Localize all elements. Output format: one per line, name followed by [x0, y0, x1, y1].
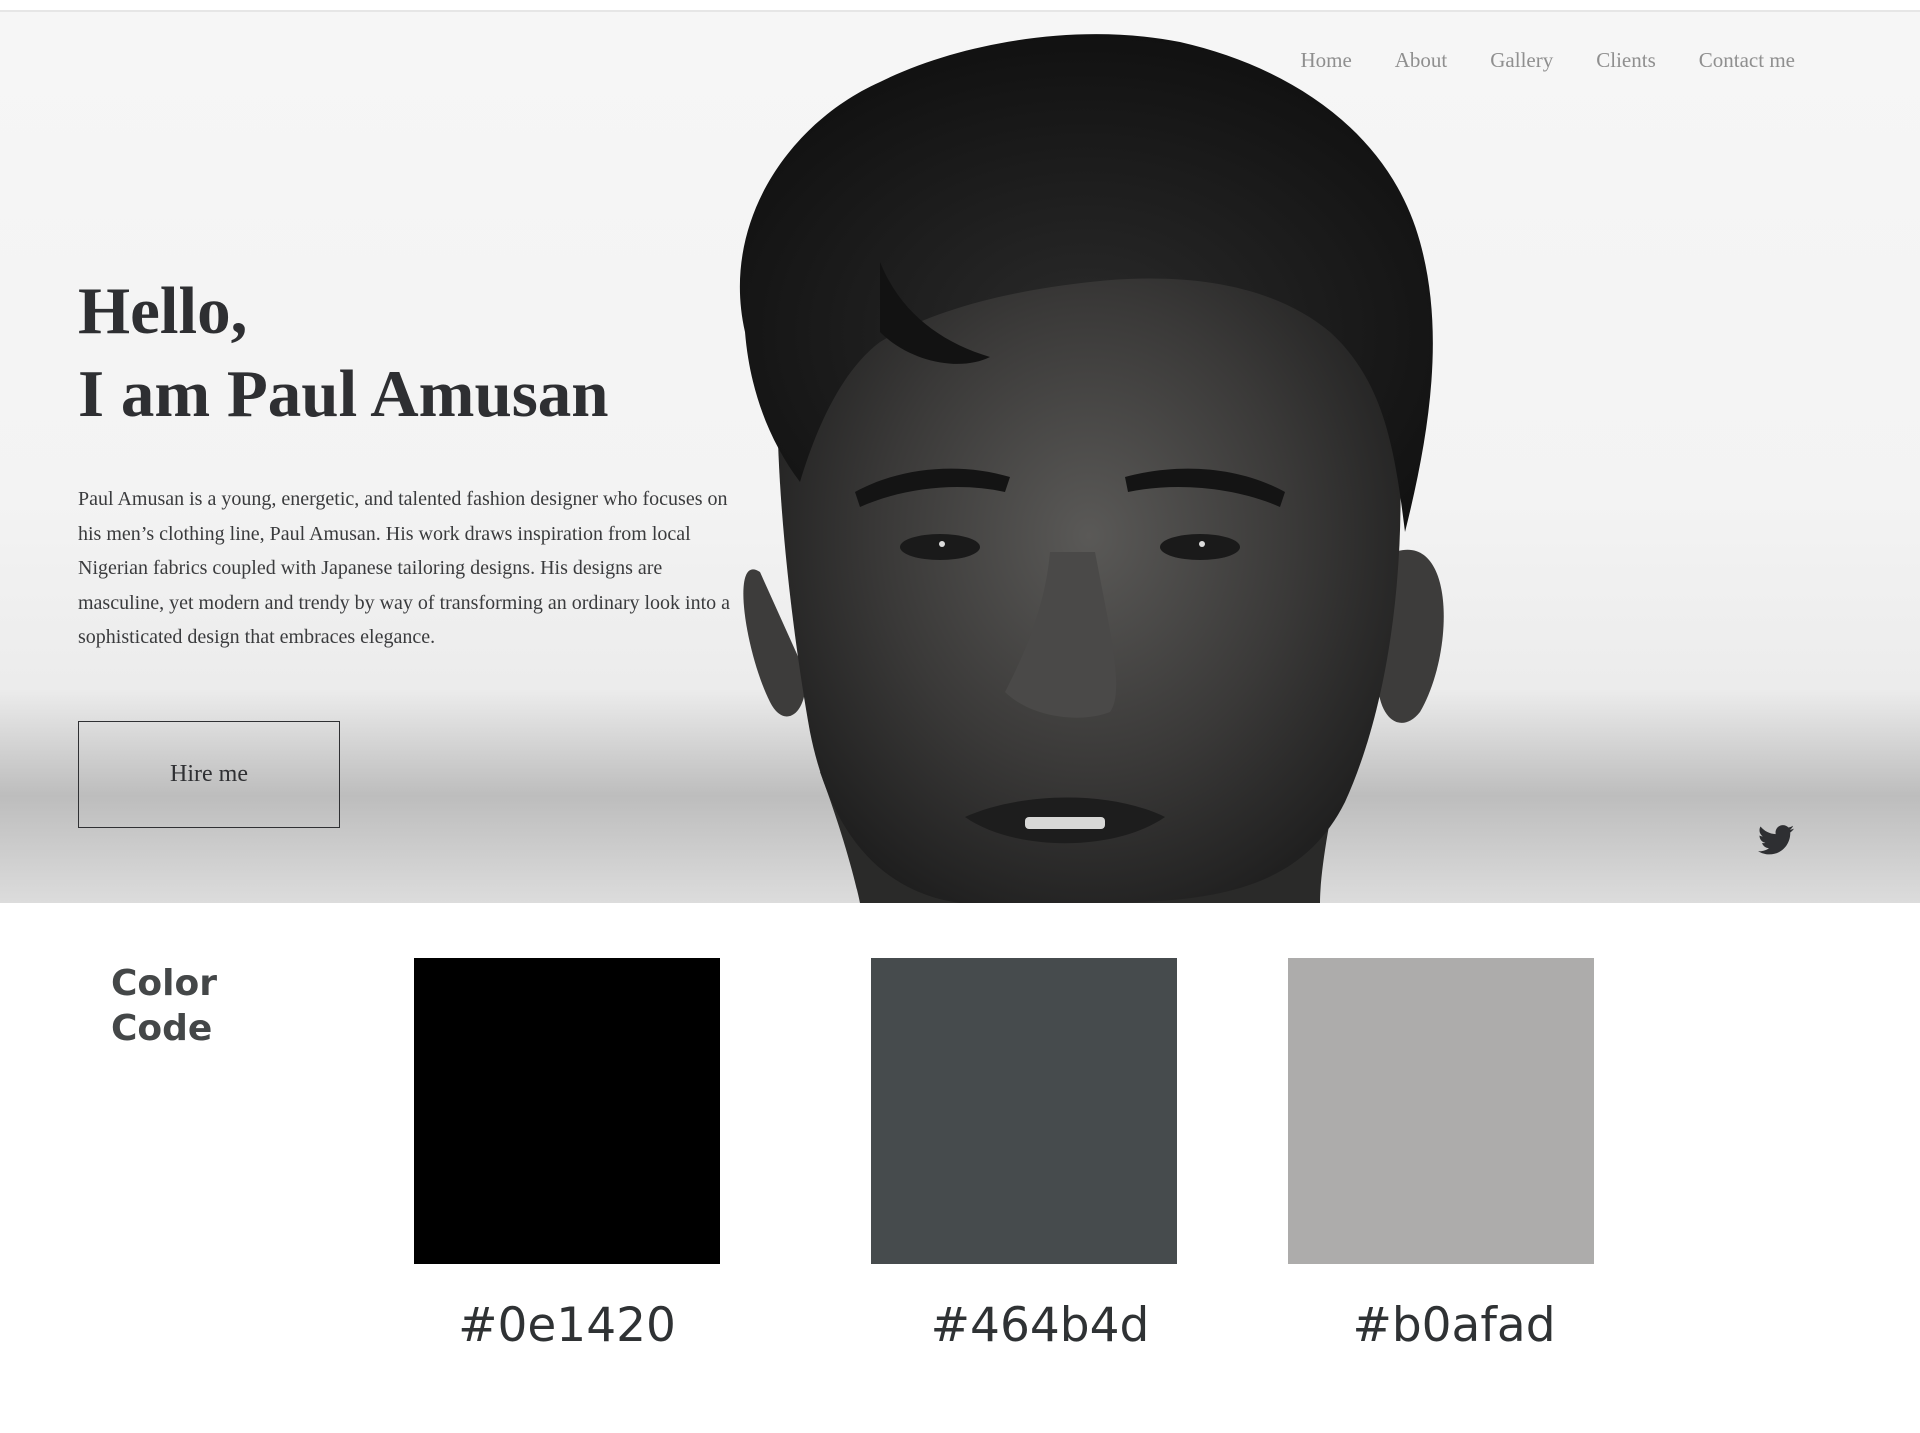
color-code-label: Color Code: [111, 961, 217, 1051]
color-swatch: [414, 958, 720, 1264]
nav-contact-link[interactable]: Contact me: [1699, 48, 1795, 73]
hero-bio: Paul Amusan is a young, energetic, and t…: [78, 488, 731, 648]
nav-gallery-link[interactable]: Gallery: [1490, 48, 1553, 73]
swatch-hex-label: #0e1420: [458, 1298, 676, 1353]
color-code-label-line2: Code: [111, 1008, 213, 1049]
nav-home-link[interactable]: Home: [1300, 48, 1351, 73]
swatch-hex-label: #464b4d: [930, 1298, 1150, 1353]
color-swatch: [871, 958, 1177, 1264]
color-swatch: [1288, 958, 1594, 1264]
nav-clients-link[interactable]: Clients: [1596, 48, 1656, 73]
hero-section: Home About Gallery Clients Contact me He…: [0, 12, 1920, 903]
color-code-label-line1: Color: [111, 963, 217, 1004]
hire-me-button[interactable]: Hire me: [78, 721, 340, 828]
swatch-hex-label: #b0afad: [1352, 1298, 1556, 1353]
twitter-icon[interactable]: [1758, 824, 1794, 856]
nav-about-link[interactable]: About: [1395, 48, 1448, 73]
hero-name: I am Paul Amusan: [78, 357, 609, 431]
hero-heading: Hello, I am Paul Amusan: [78, 270, 609, 436]
hero-greeting: Hello,: [78, 274, 248, 348]
main-nav: Home About Gallery Clients Contact me: [1300, 48, 1795, 73]
